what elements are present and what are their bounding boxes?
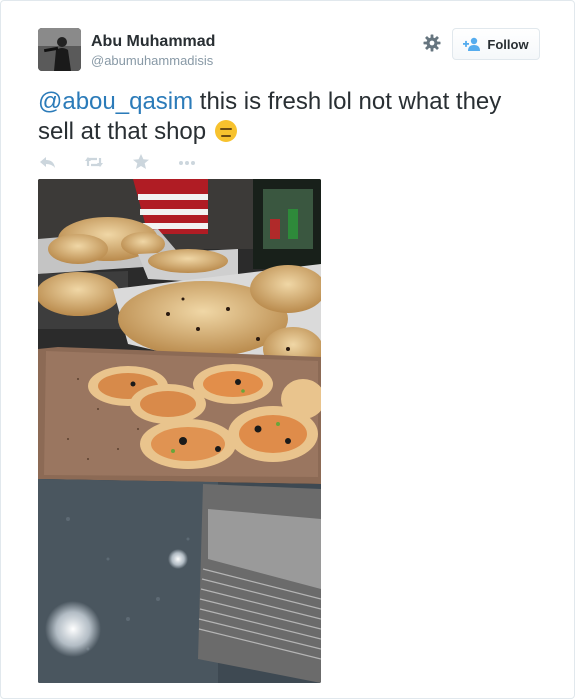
gear-icon[interactable]	[422, 33, 442, 53]
tweet-text-line2: sell at that shop	[38, 118, 207, 145]
expressionless-face-emoji	[214, 120, 237, 142]
follow-button-label: Follow	[487, 36, 529, 52]
tweet-card: Abu Muhammad @abumuhammadisis Follow @ab…	[0, 0, 575, 699]
user-display-name[interactable]: Abu Muhammad	[91, 33, 215, 51]
tweet-text-line1: this is fresh lol not what they	[193, 88, 502, 115]
follow-button[interactable]: Follow	[452, 28, 540, 60]
add-user-icon	[463, 37, 481, 51]
more-icon[interactable]	[177, 152, 197, 172]
reply-icon[interactable]	[38, 152, 58, 172]
tweet-actions	[38, 152, 238, 172]
tweet-photo[interactable]	[38, 179, 321, 683]
user-handle[interactable]: @abumuhammadisis	[91, 53, 213, 68]
mention-link[interactable]: @abou_qasim	[38, 88, 193, 115]
retweet-icon[interactable]	[84, 152, 104, 172]
tweet-text: @abou_qasim this is fresh lol not what t…	[38, 87, 538, 147]
user-avatar[interactable]	[38, 28, 81, 71]
favorite-icon[interactable]	[131, 152, 151, 172]
